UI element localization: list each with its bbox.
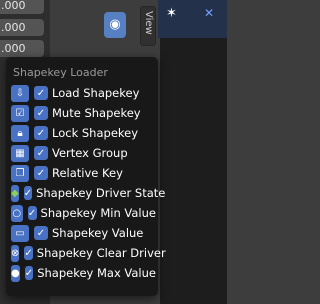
circle-filled-icon: ● <box>11 264 20 282</box>
item-mute-shapekey[interactable]: ☑ ✓ Mute Shapekey <box>11 103 156 123</box>
item-lock-shapekey[interactable]: 🔒︎ ✓ Lock Shapekey <box>11 123 156 143</box>
armature-icon: ✶ <box>166 6 177 21</box>
eye-visibility-button[interactable]: ◉ <box>104 12 126 38</box>
item-clear-driver[interactable]: ⊗ ✓ Shapekey Clear Driver <box>11 243 166 263</box>
relative-key-icon: ❐ <box>11 164 29 182</box>
item-load-shapekey[interactable]: ⇩ ✓ Load Shapekey <box>11 83 156 103</box>
circle-outline-icon: ○ <box>11 204 23 222</box>
vertex-group-checkbox[interactable]: ✓ <box>34 146 48 160</box>
clear-x-icon: ⊗ <box>11 244 20 262</box>
view-tab[interactable]: View <box>140 6 156 46</box>
lock-shapekey-checkbox[interactable]: ✓ <box>34 126 48 140</box>
item-shapekey-value[interactable]: ▭ ✓ Shapekey Value <box>11 223 156 243</box>
eye-icon: ◉ <box>109 17 121 32</box>
lock-icon: 🔒︎ <box>11 124 29 142</box>
item-label: Vertex Group <box>52 146 128 160</box>
item-label: Shapekey Clear Driver <box>36 246 166 260</box>
item-label: Shapekey Max Value <box>37 266 156 280</box>
item-label: Shapekey Min Value <box>40 206 156 220</box>
min-value-checkbox[interactable]: ✓ <box>27 206 37 220</box>
shapekey-loader-popup: Shapekey Loader ⇩ ✓ Load Shapekey ☑ ✓ Mu… <box>6 57 166 296</box>
axis-x-icon: ✕ <box>204 6 215 20</box>
driver-state-checkbox[interactable]: ✓ <box>23 186 33 200</box>
clear-driver-checkbox[interactable]: ✓ <box>24 246 33 260</box>
vertex-group-icon: ▦ <box>11 144 29 162</box>
view-tab-label: View <box>143 11 154 35</box>
item-label: Shapekey Driver State <box>36 186 166 200</box>
item-label: Mute Shapekey <box>52 106 141 120</box>
driver-diamond-icon: ◆ <box>11 184 19 202</box>
shapekey-value-checkbox[interactable]: ✓ <box>34 226 48 240</box>
max-value-checkbox[interactable]: ✓ <box>24 266 34 280</box>
item-max-value[interactable]: ● ✓ Shapekey Max Value <box>11 263 156 283</box>
item-label: Relative Key <box>52 166 123 180</box>
popup-item-list: ⇩ ✓ Load Shapekey ☑ ✓ Mute Shapekey 🔒︎ ✓… <box>11 83 166 283</box>
item-label: Load Shapekey <box>52 86 140 100</box>
item-driver-state[interactable]: ◆ ✓ Shapekey Driver State <box>11 183 165 203</box>
item-vertex-group[interactable]: ▦ ✓ Vertex Group <box>11 143 156 163</box>
popup-title: Shapekey Loader <box>13 66 108 79</box>
value-field-1[interactable]: .000 <box>0 0 44 14</box>
checkbox-icon: ☑ <box>11 104 29 122</box>
value-field-2[interactable]: .000 <box>0 19 44 36</box>
outliner-panel <box>160 0 227 304</box>
item-label: Lock Shapekey <box>52 126 139 140</box>
item-relative-key[interactable]: ❐ ✓ Relative Key <box>11 163 156 183</box>
item-min-value[interactable]: ○ ✓ Shapekey Min Value <box>11 203 156 223</box>
import-icon: ⇩ <box>11 84 29 102</box>
load-shapekey-checkbox[interactable]: ✓ <box>34 86 48 100</box>
mute-shapekey-checkbox[interactable]: ✓ <box>34 106 48 120</box>
relative-key-checkbox[interactable]: ✓ <box>34 166 48 180</box>
value-bar-icon: ▭ <box>11 224 29 242</box>
value-field-3[interactable]: .000 <box>0 40 44 57</box>
item-label: Shapekey Value <box>52 226 144 240</box>
